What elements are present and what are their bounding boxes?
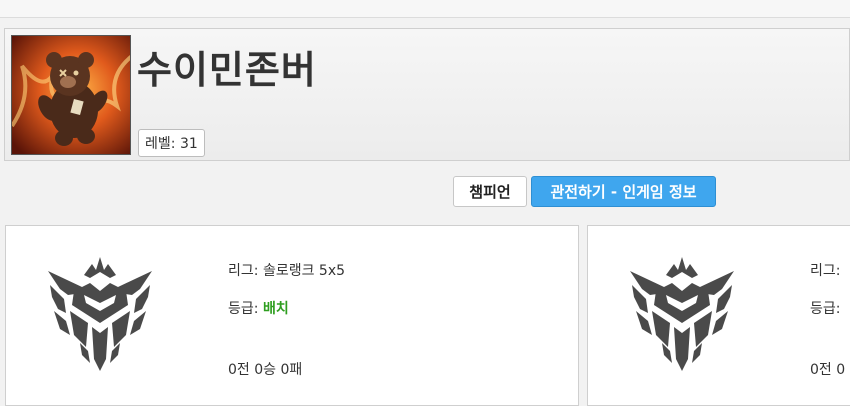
champion-button[interactable]: 챔피언: [453, 176, 527, 207]
teddy-bear-fire-icon: [11, 35, 131, 155]
tier-row: 등급:: [810, 298, 840, 318]
league-value: 솔로랭크 5x5: [262, 263, 346, 279]
record-text: 0전 0: [810, 362, 846, 378]
league-label: 리그:: [810, 263, 841, 279]
spectate-button[interactable]: 관전하기 - 인게임 정보: [531, 176, 716, 207]
level-badge: 레벨: 31: [138, 129, 205, 157]
league-label: 리그:: [228, 263, 259, 279]
league-row: 리그:: [810, 260, 840, 280]
league-card-solo: 리그: 솔로랭크 5x5 등급: 배치 0전 0승 0패: [5, 225, 579, 406]
tier-label: 등급:: [810, 301, 841, 317]
level-value: 31: [179, 136, 198, 152]
profile-header: 수이민존버 레벨: 31: [4, 28, 850, 161]
top-bar: [0, 0, 850, 18]
tier-value: 배치: [262, 301, 289, 317]
league-card-second: 리그: 등급: 0전 0: [587, 225, 850, 406]
league-row: 리그: 솔로랭크 5x5: [228, 260, 345, 280]
unranked-emblem-icon: [48, 257, 152, 371]
unranked-emblem-icon: [630, 257, 734, 371]
level-label: 레벨:: [145, 136, 176, 152]
record-text: 0전 0승 0패: [228, 362, 303, 378]
summoner-name: 수이민존버: [137, 48, 317, 92]
tier-label: 등급:: [228, 301, 259, 317]
tier-row: 등급: 배치: [228, 298, 289, 318]
